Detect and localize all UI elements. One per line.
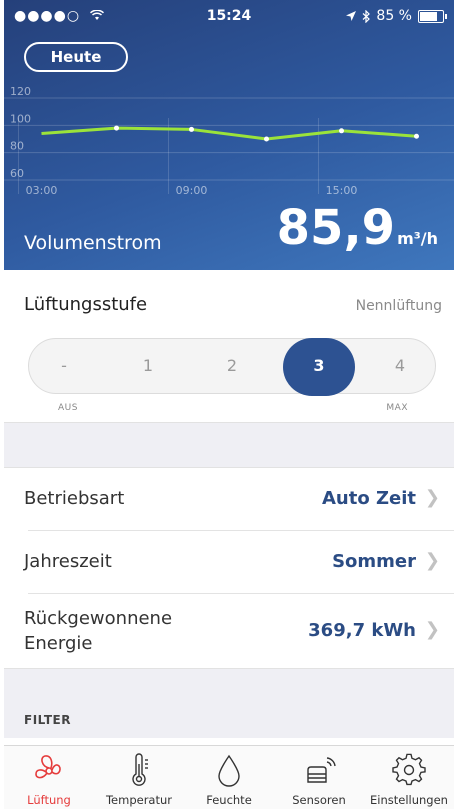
bluetooth-icon: [363, 9, 371, 23]
thermometer-icon: [132, 753, 148, 786]
recovered-energy-label-line2: Energie: [24, 633, 93, 654]
recovered-energy-label-line1: Rückgewonnene: [24, 608, 173, 629]
tab-label: Temperatur: [105, 793, 173, 807]
chevron-right-icon: ❯: [424, 619, 440, 640]
sensor-icon: [307, 757, 336, 783]
chart-data-point: [189, 126, 194, 132]
today-button[interactable]: Heute: [24, 42, 128, 72]
fan-mode-label: Nennlüftung: [355, 298, 442, 314]
fan-icon: [35, 755, 61, 779]
fan-step-2[interactable]: 2: [197, 339, 267, 395]
tab-label: Lüftung: [27, 793, 71, 807]
status-right: 85 %: [346, 8, 447, 24]
chart-x-tick-label: 03:00: [26, 184, 58, 197]
fan-level-stepper[interactable]: - 1 2 3 4: [28, 338, 436, 396]
chevron-right-icon: ❯: [424, 487, 440, 508]
metric-number: 85,9: [276, 200, 396, 256]
tab-bar: Lüftung Temperatur Feuchte Sensoren Eins…: [4, 745, 454, 809]
filter-section-header: FILTER: [4, 668, 454, 738]
fan-step-4[interactable]: 4: [365, 339, 435, 395]
battery-icon: [418, 9, 447, 23]
chart-y-tick-label: 60: [10, 167, 24, 180]
chart-data-point: [114, 125, 119, 131]
recovered-energy-row[interactable]: Rückgewonnene Energie 369,7 kWh ❯: [4, 594, 454, 668]
tab-settings[interactable]: Einstellungen: [364, 746, 454, 810]
operating-mode-value: Auto Zeit: [321, 488, 416, 509]
fan-step-off[interactable]: -: [29, 339, 99, 395]
season-value: Sommer: [332, 551, 416, 572]
section-spacer: [4, 422, 454, 468]
metric-unit: m³/h: [397, 229, 438, 248]
tab-label: Einstellungen: [370, 793, 448, 807]
tab-label: Feuchte: [206, 793, 252, 807]
tab-ventilation[interactable]: Lüftung: [4, 746, 94, 810]
drop-icon: [218, 754, 240, 787]
battery-percent: 85 %: [376, 8, 412, 24]
fan-level-title: Lüftungsstufe: [24, 294, 148, 315]
recovered-energy-value: 369,7 kWh: [308, 620, 416, 641]
operating-mode-label: Betriebsart: [24, 488, 125, 509]
chart-series-line: [41, 126, 417, 141]
fan-step-1[interactable]: 1: [113, 339, 183, 395]
chart-data-point: [339, 128, 344, 134]
operating-mode-row[interactable]: Betriebsart Auto Zeit ❯: [4, 468, 454, 530]
stepper-max-label: MAX: [386, 403, 408, 413]
tab-sensors[interactable]: Sensoren: [274, 746, 364, 810]
tab-label: Sensoren: [292, 793, 346, 807]
gear-icon: [392, 753, 426, 786]
location-arrow-icon: [346, 11, 357, 21]
chevron-right-icon: ❯: [424, 550, 440, 571]
filter-heading: FILTER: [24, 713, 71, 727]
recovered-energy-label: Rückgewonnene Energie: [24, 606, 172, 656]
fan-step-3[interactable]: 3: [283, 338, 355, 396]
fan-level-section: Lüftungsstufe Nennlüftung - 1 2 3 4 AUS …: [4, 270, 454, 422]
chart-x-tick-label: 15:00: [326, 184, 358, 197]
season-label: Jahreszeit: [24, 551, 112, 572]
volume-flow-chart: 120 100 80 6003:00 09:00 15:00: [4, 85, 454, 197]
chart-y-tick-label: 100: [10, 112, 31, 125]
stepper-min-label: AUS: [58, 403, 78, 413]
chart-data-point: [264, 136, 269, 142]
tab-temperature[interactable]: Temperatur: [94, 746, 184, 810]
chart-x-tick-label: 09:00: [176, 184, 208, 197]
chart-data-point: [414, 133, 419, 139]
metric-label: Volumenstrom: [24, 232, 162, 254]
tab-humidity[interactable]: Feuchte: [184, 746, 274, 810]
season-row[interactable]: Jahreszeit Sommer ❯: [4, 531, 454, 593]
status-bar: ●●●●○ 15:24 85 %: [4, 0, 454, 34]
chart-y-tick-label: 120: [10, 85, 31, 98]
chart-y-tick-label: 80: [10, 140, 24, 153]
volume-flow-header: ●●●●○ 15:24 85 % Heute 120 100 80 60 03:00 09…: [4, 0, 454, 270]
metric-value: 85,9 m³/h: [277, 200, 438, 267]
